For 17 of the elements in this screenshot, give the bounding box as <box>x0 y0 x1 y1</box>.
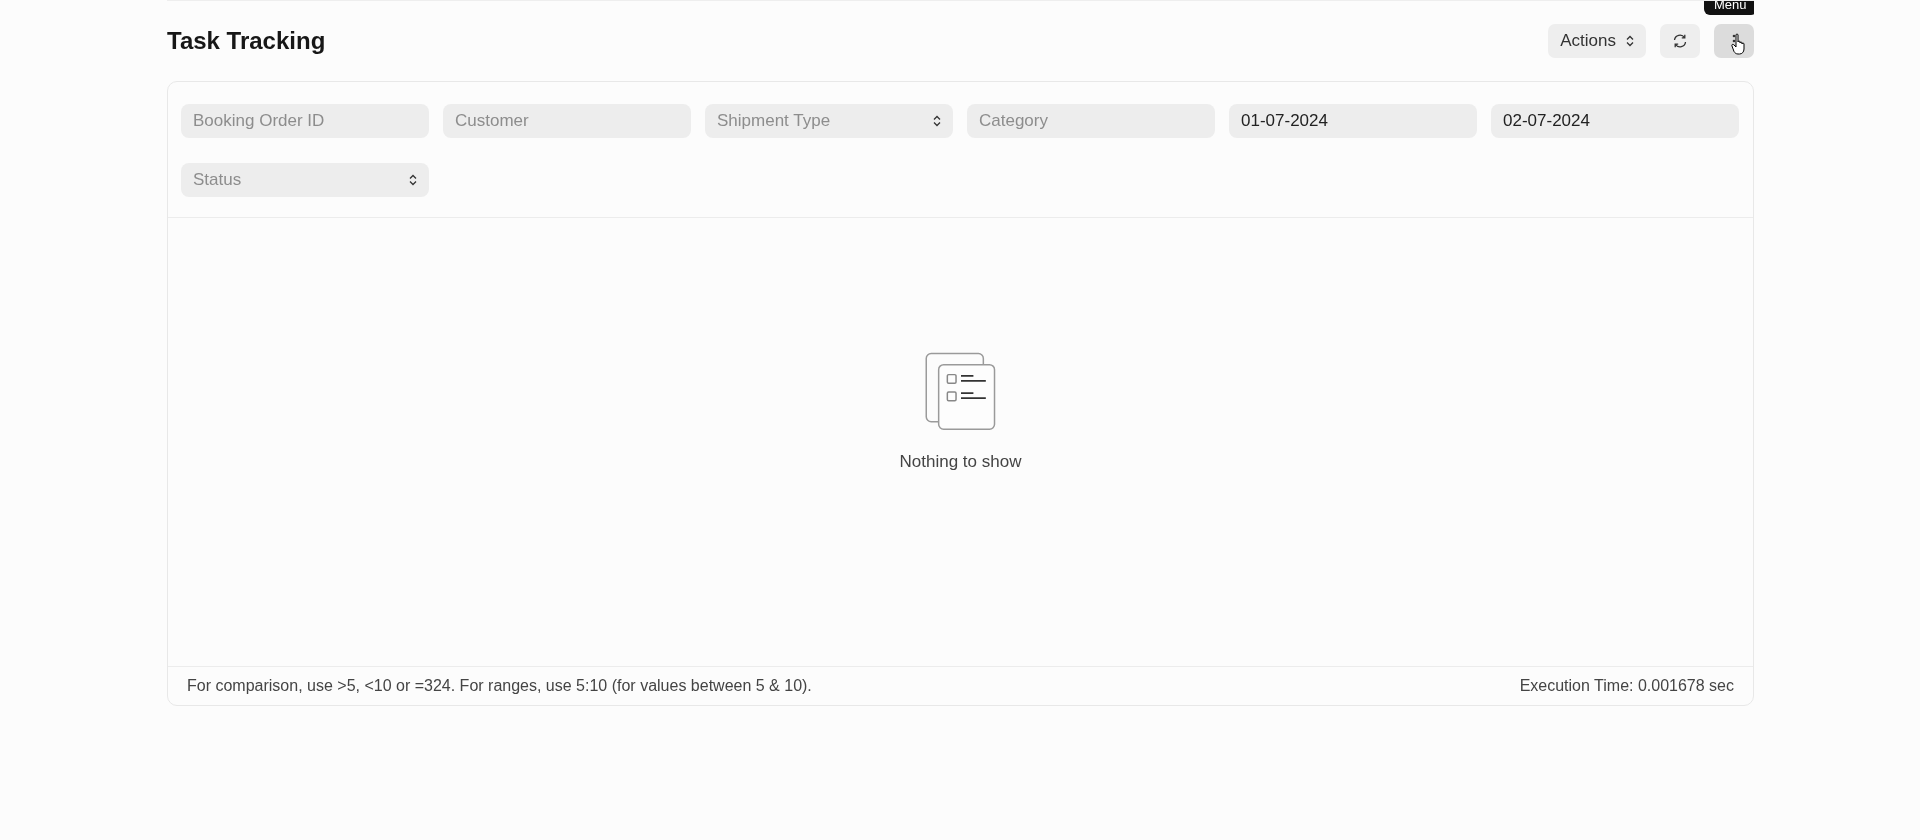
actions-button[interactable]: Actions <box>1548 24 1646 58</box>
refresh-icon <box>1672 33 1688 49</box>
caret-icon <box>409 174 417 186</box>
input-field[interactable]: Customer <box>443 104 691 138</box>
input-field[interactable]: Booking Order ID <box>181 104 429 138</box>
caret-icon <box>1626 35 1634 47</box>
date-field[interactable]: 01-07-2024 <box>1229 104 1477 138</box>
input-field[interactable]: Category <box>967 104 1215 138</box>
empty-list-icon <box>924 352 997 432</box>
filter-hint: For comparison, use >5, <10 or =324. For ranges, use 5:10 (for values between 5 & 10). <box>187 677 812 695</box>
empty-message: Nothing to show <box>899 452 1022 472</box>
refresh-button[interactable] <box>1660 24 1700 58</box>
page-title: Task Tracking <box>167 27 326 55</box>
execution-time: Execution Time: 0.001678 sec <box>1519 677 1734 695</box>
date-field[interactable]: 02-07-2024 <box>1491 104 1739 138</box>
caret-icon <box>933 115 941 127</box>
hand-cursor-icon <box>1731 33 1747 55</box>
